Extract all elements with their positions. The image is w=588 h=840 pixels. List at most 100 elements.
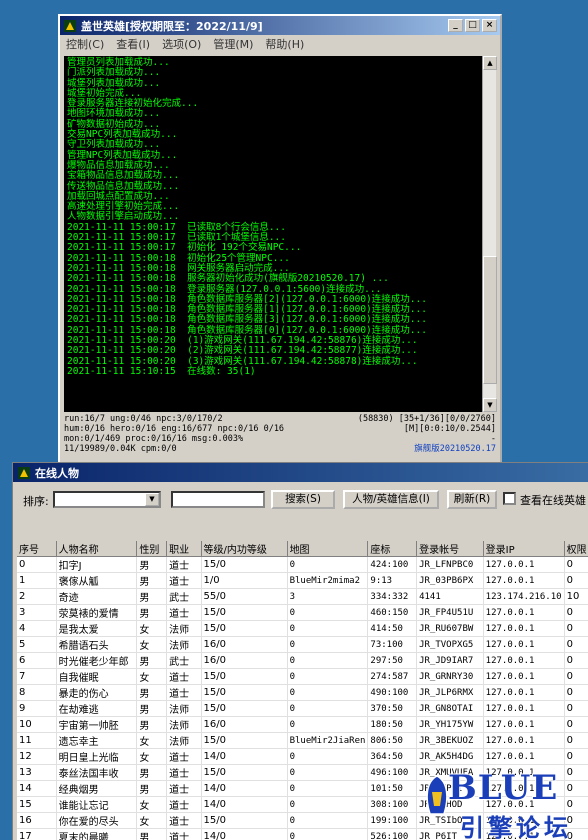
table-cell: 在劫难逃 — [56, 700, 138, 717]
menu-help[interactable]: 帮助(H) — [265, 36, 304, 52]
status-line-1: run:16/7 ung:0/46 npc:3/0/170/2 — [64, 414, 223, 424]
sort-select[interactable]: ▼ — [53, 491, 161, 508]
player-info-button[interactable]: 人物/英雄信息(I) — [343, 490, 439, 509]
table-row[interactable]: 16 你在爱的尽头女道士 15/0 0 199:100 JR_TSIbO 127.0.0.1… — [17, 812, 588, 829]
table-cell: 女 — [136, 796, 168, 813]
status-line-1-right: (58830) [35+1/36][0/0/2760] — [357, 414, 496, 424]
maximize-icon[interactable]: □ — [465, 19, 480, 32]
table-row[interactable]: 10 宇宙第一帅胚男法师 16/0 0 180:50 JR_YH175YW 127.0.0.… — [17, 716, 588, 733]
column-header[interactable]: 性别 — [136, 541, 168, 557]
table-cell: 0 — [287, 668, 369, 685]
scroll-up-icon[interactable]: ▲ — [483, 56, 497, 70]
app-icon — [17, 466, 31, 480]
column-header[interactable]: 职业 — [166, 541, 202, 557]
table-cell: 16/0 — [201, 716, 288, 733]
view-online-hero-checkbox[interactable] — [503, 492, 516, 505]
column-header[interactable]: 登录IP — [483, 541, 565, 557]
table-cell: 遗忘幸主 — [56, 732, 138, 749]
table-cell: 127.0.0.1 — [483, 604, 565, 621]
table-cell: JR_LFNPBC0 — [416, 556, 484, 573]
scroll-thumb[interactable] — [483, 256, 497, 384]
menu-manage[interactable]: 管理(M) — [213, 36, 253, 52]
table-cell: 127.0.0.1 — [483, 764, 565, 781]
chevron-down-icon[interactable]: ▼ — [145, 493, 159, 506]
table-row[interactable]: 9 在劫难逃男法师 15/0 0 370:50 JR_GN8OTAI 127.0.0.1 0 — [17, 700, 588, 717]
table-cell: 0 — [564, 748, 588, 765]
table-cell: 806:50 — [367, 732, 418, 749]
table-cell: 15/0 — [201, 556, 288, 573]
server-titlebar[interactable]: 盖世英雄[授权期限至：2022/11/9] _ □ × — [60, 16, 500, 35]
table-cell: 127.0.0.1 — [483, 636, 565, 653]
menu-options[interactable]: 选项(O) — [162, 36, 201, 52]
column-header[interactable]: 等级/内功等级 — [201, 541, 288, 557]
table-cell: 15/0 — [201, 812, 288, 829]
column-header[interactable]: 地图 — [287, 541, 369, 557]
table-cell: 127.0.0.1 — [483, 732, 565, 749]
table-row[interactable]: 7 自我催眠女道士 15/0 0 274:587 JR_GRNRY30 127.0.0.1 0 — [17, 668, 588, 685]
table-row[interactable]: 6 时光催老少年郎男武士 16/0 0 297:50 JR_JD9IAR7 127.0.0.… — [17, 652, 588, 669]
menu-control[interactable]: 控制(C) — [66, 36, 104, 52]
table-row[interactable]: 0 扣字J 男道士 15/0 0 424:100 JR_LFNPBC0 127.0.0.1 0 — [17, 556, 588, 573]
table-cell: 泰丝法国丰收 — [56, 764, 138, 781]
table-cell: 0 — [564, 684, 588, 701]
table-cell: 490:100 — [367, 684, 418, 701]
table-row[interactable]: 3 荥莫裱的爱情男道士 15/0 0 460:150 JR_FP4U51U 127.0.0.… — [17, 604, 588, 621]
table-cell: 9:13 — [367, 572, 418, 589]
table-row[interactable]: 13 泰丝法国丰收男道士 15/0 0 496:100 JR_XMUVUFA 127.0.0… — [17, 764, 588, 781]
table-cell: JR_TTHOD — [416, 796, 484, 813]
table-row[interactable]: 17 夏末的晨曦男道士 14/0 0 526:100 JR_P6IT 127.0.0.1 0 — [17, 828, 588, 840]
table-cell: 127.0.0.1 — [483, 668, 565, 685]
console-scrollbar[interactable]: ▲ ▼ — [482, 56, 497, 412]
table-cell: 127.0.0.1 — [483, 556, 565, 573]
table-row[interactable]: 4 是我太爱女法师 15/0 0 414:50 JR_RU607BW 127.0.0.1 0 — [17, 620, 588, 637]
table-cell: 是我太爱 — [56, 620, 138, 637]
column-header[interactable]: 座标 — [367, 541, 418, 557]
table-row[interactable]: 15 谁能让忘记女道士 14/0 0 308:100 JR_TTHOD 127.0.0.1 0 — [17, 796, 588, 813]
table-cell: JR_GVPOI — [416, 780, 484, 797]
column-header[interactable]: 人物名称 — [56, 541, 138, 557]
menu-view[interactable]: 查看(I) — [116, 36, 150, 52]
table-cell: 127.0.0.1 — [483, 700, 565, 717]
table-cell: 127.0.0.1 — [483, 780, 565, 797]
table-row[interactable]: 5 希腊语石头女法师 16/0 0 73:100 JR_TVOPXG5 127.0.0.1 0 — [17, 636, 588, 653]
table-cell: 0 — [287, 764, 369, 781]
table-row[interactable]: 14 经典烟男男道士 14/0 0 101:50 JR_GVPOI 127.0.0.1 0 — [17, 780, 588, 797]
table-cell: 法师 — [166, 700, 202, 717]
server-status-panel: run:16/7 ung:0/46 npc:3/0/170/2 (58830) [… — [64, 414, 500, 462]
scroll-down-icon[interactable]: ▼ — [483, 398, 497, 412]
table-cell: 0 — [287, 684, 369, 701]
table-row[interactable]: 2 奇迹男武士 55/0 3 334:332 4141 123.174.216.10 10 — [17, 588, 588, 605]
table-row[interactable]: 8 暴走的伤心男道士 15/0 0 490:100 JR_JLP6RMX 127.0.0.1… — [17, 684, 588, 701]
refresh-button[interactable]: 刷新(R) — [447, 490, 497, 509]
table-cell: 460:150 — [367, 604, 418, 621]
table-cell: 法师 — [166, 620, 202, 637]
table-cell: 法师 — [166, 732, 202, 749]
table-cell: 274:587 — [367, 668, 418, 685]
minimize-icon[interactable]: _ — [448, 19, 463, 32]
table-cell: 道士 — [166, 668, 202, 685]
table-cell: 男 — [136, 588, 168, 605]
table-row[interactable]: 11 遗忘幸主女法师 15/0 BlueMir2JiaRen 806:50 JR_3BEK… — [17, 732, 588, 749]
column-header[interactable]: 登录帐号 — [416, 541, 484, 557]
server-window-title: 盖世英雄[授权期限至：2022/11/9] — [81, 19, 263, 33]
table-cell: JR_P6IT — [416, 828, 484, 840]
search-input[interactable] — [171, 491, 265, 508]
server-log-console[interactable]: 管理员列表加载成功... 门派列表加载成功... 城堡列表加载成功... 城堡初始完成… — [64, 56, 482, 412]
table-cell: 4141 — [416, 588, 484, 605]
table-cell: 3 — [17, 604, 57, 621]
table-row[interactable]: 1 褒傢从觚男道士 1/0 BlueMir2mima2 9:13 JR_03PB6PX 12… — [17, 572, 588, 589]
table-cell: 0 — [287, 812, 369, 829]
table-cell: JR_YH175YW — [416, 716, 484, 733]
column-header[interactable]: 权限 — [564, 541, 588, 557]
column-header[interactable]: 序号 — [17, 541, 57, 557]
table-cell: 414:50 — [367, 620, 418, 637]
table-cell: 女 — [136, 748, 168, 765]
table-row[interactable]: 12 明日皇上光临女道士 14/0 0 364:50 JR_AK5H4DG 127.0.0.… — [17, 748, 588, 765]
table-cell: 15/0 — [201, 732, 288, 749]
table-cell: 0 — [287, 828, 369, 840]
close-icon[interactable]: × — [482, 19, 497, 32]
search-button[interactable]: 搜索(S) — [271, 490, 335, 509]
table-cell: 0 — [287, 604, 369, 621]
table-cell: 你在爱的尽头 — [56, 812, 138, 829]
online-titlebar[interactable]: 在线人物 — [13, 463, 588, 482]
